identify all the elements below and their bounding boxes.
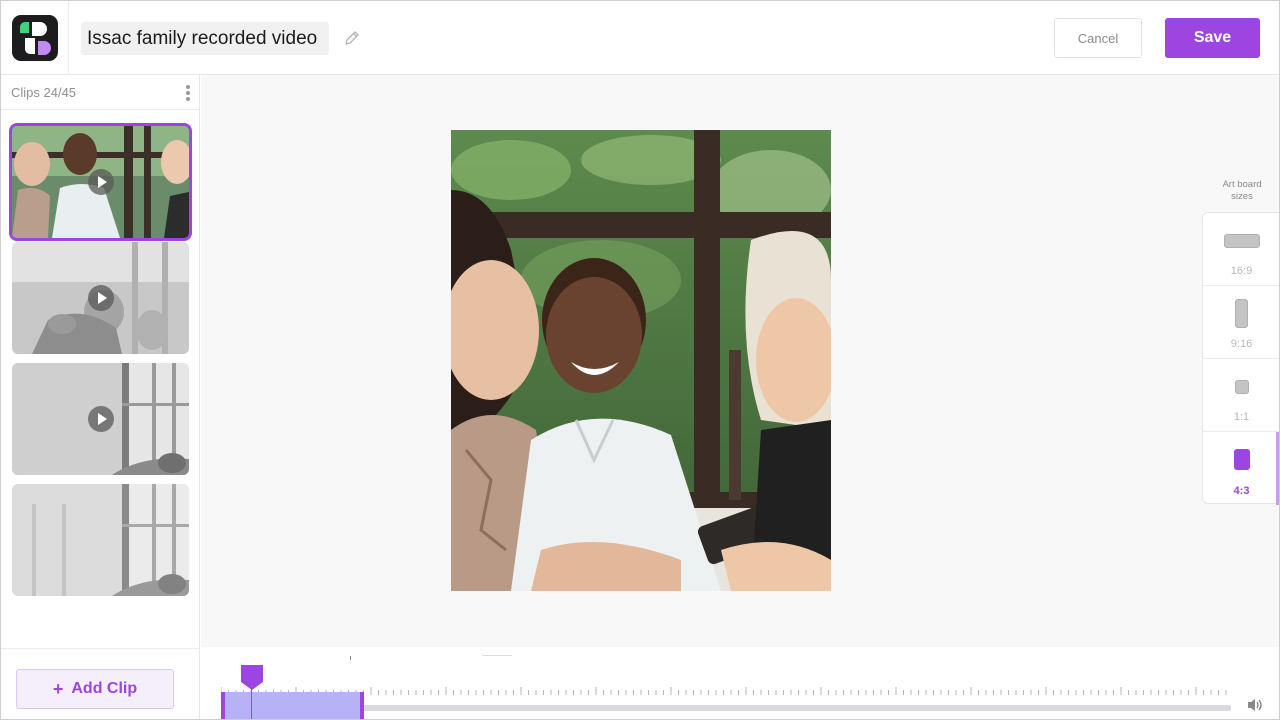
sidebar-footer: + Add Clip [1,648,199,719]
clip-thumbnail[interactable] [12,484,189,596]
timeline-selection[interactable] [221,692,364,719]
size-option-1-1[interactable]: 1:1 [1203,359,1279,432]
size-label: 4:3 [1233,485,1250,497]
square-ratio-icon [1235,380,1249,394]
size-option-16-9[interactable]: 16:9 [1203,213,1279,286]
playhead-handle-icon[interactable] [239,663,265,691]
clip-thumbnail[interactable] [12,242,189,354]
size-label: 16:9 [1230,265,1253,277]
video-title[interactable]: Issac family recorded video [81,22,330,55]
timeline-ruler[interactable] [221,687,1231,695]
play-icon[interactable] [87,285,114,311]
timeline-marker [482,655,512,656]
pencil-icon[interactable] [343,29,361,47]
volume-icon[interactable] [1246,697,1264,713]
clips-count: Clips 24/45 [11,85,77,100]
kebab-menu-icon[interactable] [183,83,193,103]
size-label: 1:1 [1233,411,1250,423]
portrait-ratio-icon [1235,299,1248,328]
timeline-marker [350,656,351,660]
video-editor: Issac family recorded video Cancel Save … [0,0,1280,720]
play-icon[interactable] [87,406,114,432]
landscape-ratio-icon [1224,234,1260,248]
cancel-button[interactable]: Cancel [1054,18,1142,58]
clips-header: Clips 24/45 [1,75,199,110]
clip-thumbnail[interactable] [12,363,189,475]
play-icon[interactable] [87,169,114,195]
app-logo[interactable] [12,15,58,61]
add-clip-button[interactable]: + Add Clip [16,669,174,709]
size-option-4-3[interactable]: 4:3 [1203,432,1279,505]
four-three-ratio-icon [1234,449,1250,470]
size-option-9-16[interactable]: 9:16 [1203,286,1279,359]
clip-thumbnail-selected[interactable] [9,123,192,241]
header-divider [68,1,69,75]
preview-canvas [201,75,1279,647]
video-preview-frame[interactable] [451,130,831,591]
top-bar: Issac family recorded video Cancel Save [1,1,1279,75]
artboard-sizes-title: Art board sizes [1222,179,1262,202]
clips-sidebar: Clips 24/45 + Add Clip [1,75,200,719]
timeline-track[interactable] [221,705,1231,711]
plus-icon: + [52,678,64,699]
timeline [201,647,1279,719]
size-label: 9:16 [1230,338,1253,350]
artboard-sizes-panel: 16:9 9:16 1:1 4:3 [1202,212,1279,505]
add-clip-label: Add Clip [71,680,138,697]
save-button[interactable]: Save [1165,18,1260,58]
